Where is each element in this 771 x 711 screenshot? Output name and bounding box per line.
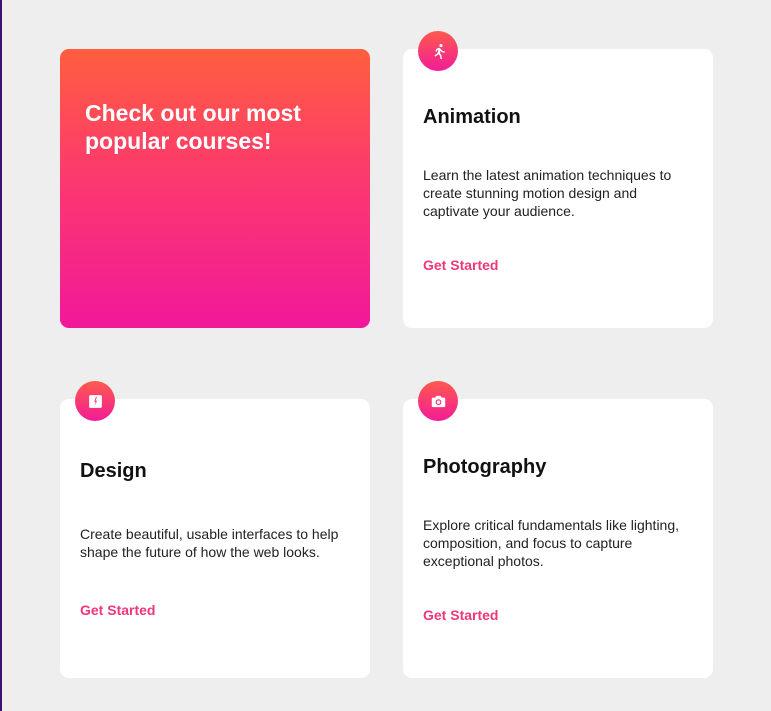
- course-description: Explore critical fundamentals like light…: [423, 517, 680, 569]
- course-card-photography: Photography Explore critical fundamental…: [403, 381, 713, 678]
- course-title: Design: [80, 460, 147, 482]
- course-title: Photography: [423, 456, 547, 478]
- page-left-border: [0, 0, 2, 711]
- running-person-icon: [418, 31, 458, 71]
- course-card-design: Design Create beautiful, usable interfac…: [60, 381, 370, 678]
- course-description: Create beautiful, usable interfaces to h…: [80, 526, 339, 560]
- get-started-link[interactable]: Get Started: [423, 256, 498, 274]
- get-started-link[interactable]: Get Started: [423, 606, 498, 624]
- get-started-link[interactable]: Get Started: [80, 601, 155, 619]
- course-card-animation: Animation Learn the latest animation tec…: [403, 31, 713, 328]
- course-title: Animation: [423, 106, 521, 128]
- promo-title: Check out our most popular courses!: [85, 100, 301, 154]
- pen-tool-icon: [75, 381, 115, 421]
- promo-card: Check out our most popular courses!: [60, 49, 370, 328]
- camera-icon: [418, 381, 458, 421]
- course-description: Learn the latest animation techniques to…: [423, 167, 672, 219]
